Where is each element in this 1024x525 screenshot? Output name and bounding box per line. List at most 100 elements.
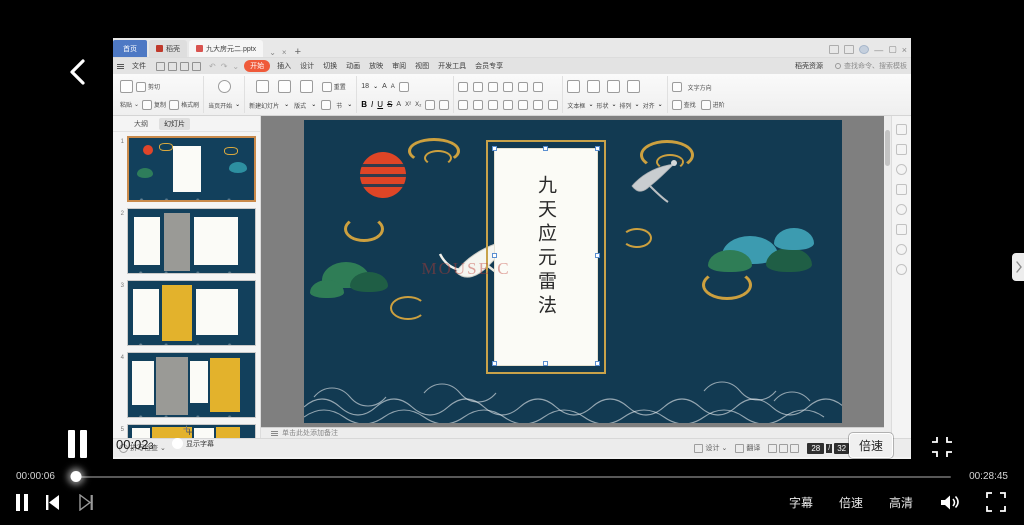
menu-icon[interactable] [117,64,124,69]
ribbon-tab-slideshow[interactable]: 放映 [367,61,385,71]
align-left-icon[interactable] [458,100,468,110]
ribbon-tab-design[interactable]: 设计 [298,61,316,71]
line-spacing-icon[interactable] [518,82,528,92]
vertical-scrollbar[interactable] [884,116,891,438]
tab-close-icon[interactable]: × [282,48,287,57]
scrollbar-thumb[interactable] [885,130,890,166]
subtitle-button[interactable]: 字幕 [789,494,813,511]
justify-icon[interactable] [503,100,513,110]
tab-document[interactable]: 九大房元二.pptx [189,40,263,57]
thumbnail-slide-1[interactable] [127,136,256,202]
target-icon[interactable] [896,244,907,255]
ribbon-tab-transition[interactable]: 切换 [321,61,339,71]
minimize-icon[interactable]: — [874,45,883,55]
thumbnail-item[interactable]: 3 [115,280,256,346]
strikethrough-button[interactable]: S [387,100,392,109]
columns-icon[interactable] [533,100,543,110]
volume-button[interactable] [939,493,960,512]
numbered-list-icon[interactable] [473,82,483,92]
thumbnail-slide-4[interactable] [127,352,256,418]
shrink-font-icon[interactable]: A [391,84,395,90]
ribbon-tab-view[interactable]: 视图 [413,61,431,71]
ribbon-tab-devtools[interactable]: 开发工具 [436,61,468,71]
thumbnail-item[interactable]: 4 [115,352,256,418]
avatar[interactable] [859,45,869,54]
normal-view-icon[interactable] [768,444,777,453]
slide-sorter-icon[interactable] [779,444,788,453]
clock-icon[interactable] [896,204,907,215]
undo-icon[interactable]: ↶ [209,62,216,71]
bullet-list-icon[interactable] [458,82,468,92]
design-button[interactable]: 设计⌄ [694,443,727,453]
selection-handle[interactable] [492,253,497,258]
previous-button[interactable] [45,494,61,511]
preview-icon[interactable] [192,62,201,71]
text-direction-label[interactable]: 文字方向 [688,83,712,92]
ribbon-tab-review[interactable]: 审阅 [390,61,408,71]
quality-button[interactable]: 高清 [889,494,913,511]
translate-button[interactable]: 翻译 [735,443,760,453]
next-button[interactable] [78,494,94,511]
ribbon-tab-member[interactable]: 会员专享 [473,61,505,71]
new-tab-button[interactable]: + [295,47,301,57]
superscript-icon[interactable]: X² [405,102,411,108]
decrease-indent-icon[interactable] [488,82,498,92]
qat-dropdown-icon[interactable]: ⌄ [232,62,239,71]
thumbnail-item[interactable]: 1 [115,136,256,202]
home-tab[interactable]: 首页 [113,40,147,57]
thumbnail-list[interactable]: 1 [113,132,260,438]
grid-icon[interactable] [844,45,854,54]
fullscreen-button[interactable] [986,492,1006,512]
ribbon-tab-insert[interactable]: 插入 [275,61,293,71]
close-icon[interactable]: × [902,45,907,55]
find-button[interactable]: 查找 [672,100,696,110]
maximize-icon[interactable]: ▢ [888,44,897,55]
adjust-icon[interactable] [896,144,907,155]
align-center-icon[interactable] [473,100,483,110]
paste-label-row[interactable]: 粘贴⌄ [120,100,139,109]
slide-canvas[interactable]: 九天应元雷法 MOUSE C [304,120,842,423]
underline-button[interactable]: U [377,100,383,109]
text-shadow-icon[interactable]: A [396,101,401,108]
section-label[interactable]: 节 [336,101,342,110]
font-size-value[interactable]: 18 [361,83,369,90]
thumbnail-item[interactable]: 2 [115,208,256,274]
resource-link[interactable]: 稻壳资源 [795,61,823,71]
tab-outline[interactable]: 大纲 [129,118,153,130]
speed-button[interactable]: 倍速 [839,494,863,511]
history-icon[interactable] [896,264,907,275]
cloud-save-icon[interactable] [168,62,177,71]
vertical-align-icon[interactable] [548,100,558,110]
format-painter-button[interactable]: 格式刷 [169,100,199,110]
tab-dropdown-icon[interactable]: ⌄ [269,48,276,57]
clear-format-icon[interactable] [399,82,409,92]
print-icon[interactable] [180,62,189,71]
highlight-color-icon[interactable] [425,100,435,110]
redo-icon[interactable]: ↷ [221,62,228,71]
new-slide-label[interactable]: 新建幻灯片 [249,101,279,110]
overlay-plus-icon[interactable]: + [186,425,193,439]
overlay-speed-button[interactable]: 倍速 [849,433,893,458]
progress-track[interactable] [73,476,951,478]
reading-view-icon[interactable] [790,444,799,453]
italic-button[interactable]: I [371,100,373,109]
textbox-label[interactable]: 文本框 [567,101,585,110]
cut-button[interactable]: 剪切 [136,82,160,92]
thumbnail-slide-2[interactable] [127,208,256,274]
font-color-icon[interactable] [439,100,449,110]
ribbon-tab-animation[interactable]: 动画 [344,61,362,71]
reset-button[interactable]: 重置 [322,82,346,92]
progress-knob[interactable] [71,471,82,482]
selection-handle[interactable] [543,146,548,151]
notes-pane[interactable]: 单击此处添加备注 ··· [261,427,884,438]
align-right-icon[interactable] [488,100,498,110]
command-search[interactable]: 查找命令、搜索模板 [835,61,907,71]
subscript-icon[interactable]: X₂ [415,102,421,108]
selection-handle[interactable] [595,146,600,151]
tab-ke[interactable]: 稻壳 [149,40,187,57]
increase-indent-icon[interactable] [503,82,513,92]
shape-label[interactable]: 形状 [596,101,608,110]
text-direction-icon[interactable] [533,82,543,92]
replace-button[interactable]: 进阶 [701,100,725,110]
title-text-box[interactable]: 九天应元雷法 [494,148,598,366]
